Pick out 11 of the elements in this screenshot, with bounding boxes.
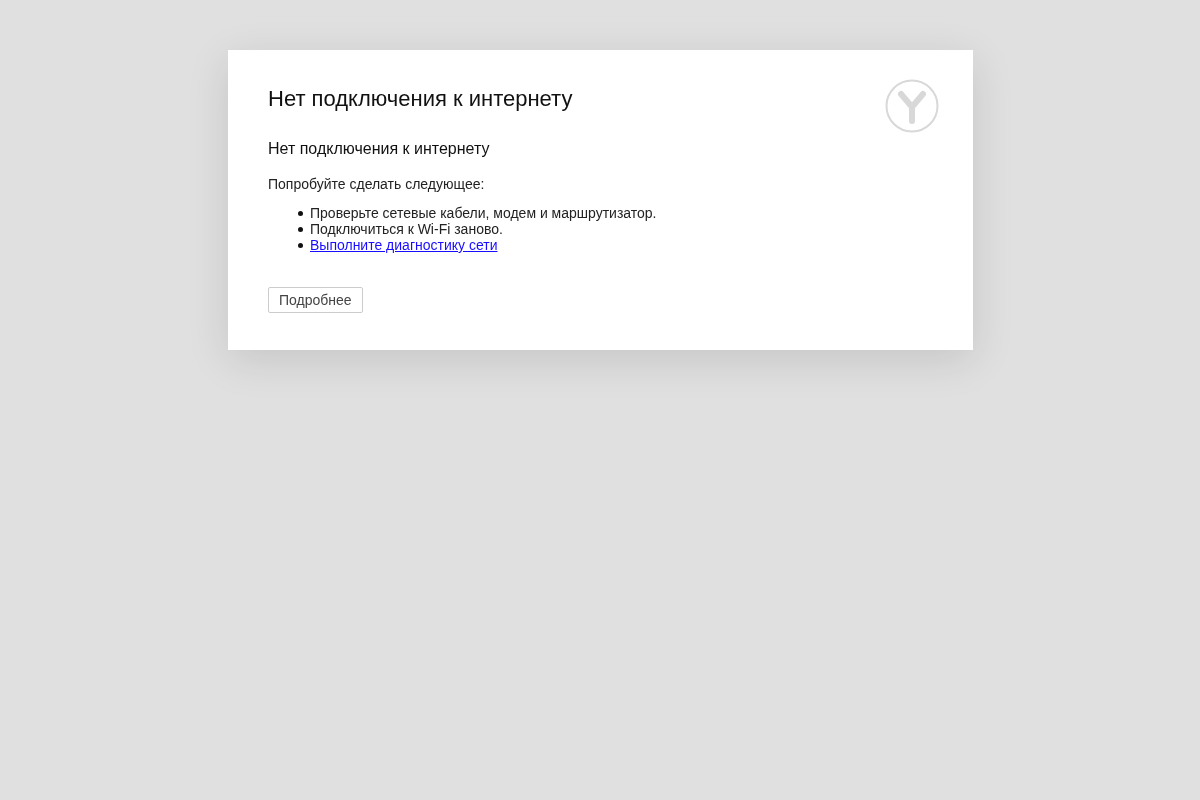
bullet-icon [298,226,303,232]
bullet-icon [298,210,303,216]
details-button[interactable]: Подробнее [268,287,363,313]
suggestion-text: Проверьте сетевые кабели, модем и маршрутизатор. [310,205,657,221]
page-title: Нет подключения к интернету [268,86,573,112]
intro-text: Попробуйте сделать следующее: [268,176,485,192]
bullet-icon [298,242,303,248]
diagnostics-link[interactable]: Выполните диагностику сети [310,237,498,253]
error-heading: Нет подключения к интернету [268,140,490,158]
y-logo-icon [885,79,939,133]
suggestion-text: Подключиться к Wi-Fi заново. [310,221,503,237]
